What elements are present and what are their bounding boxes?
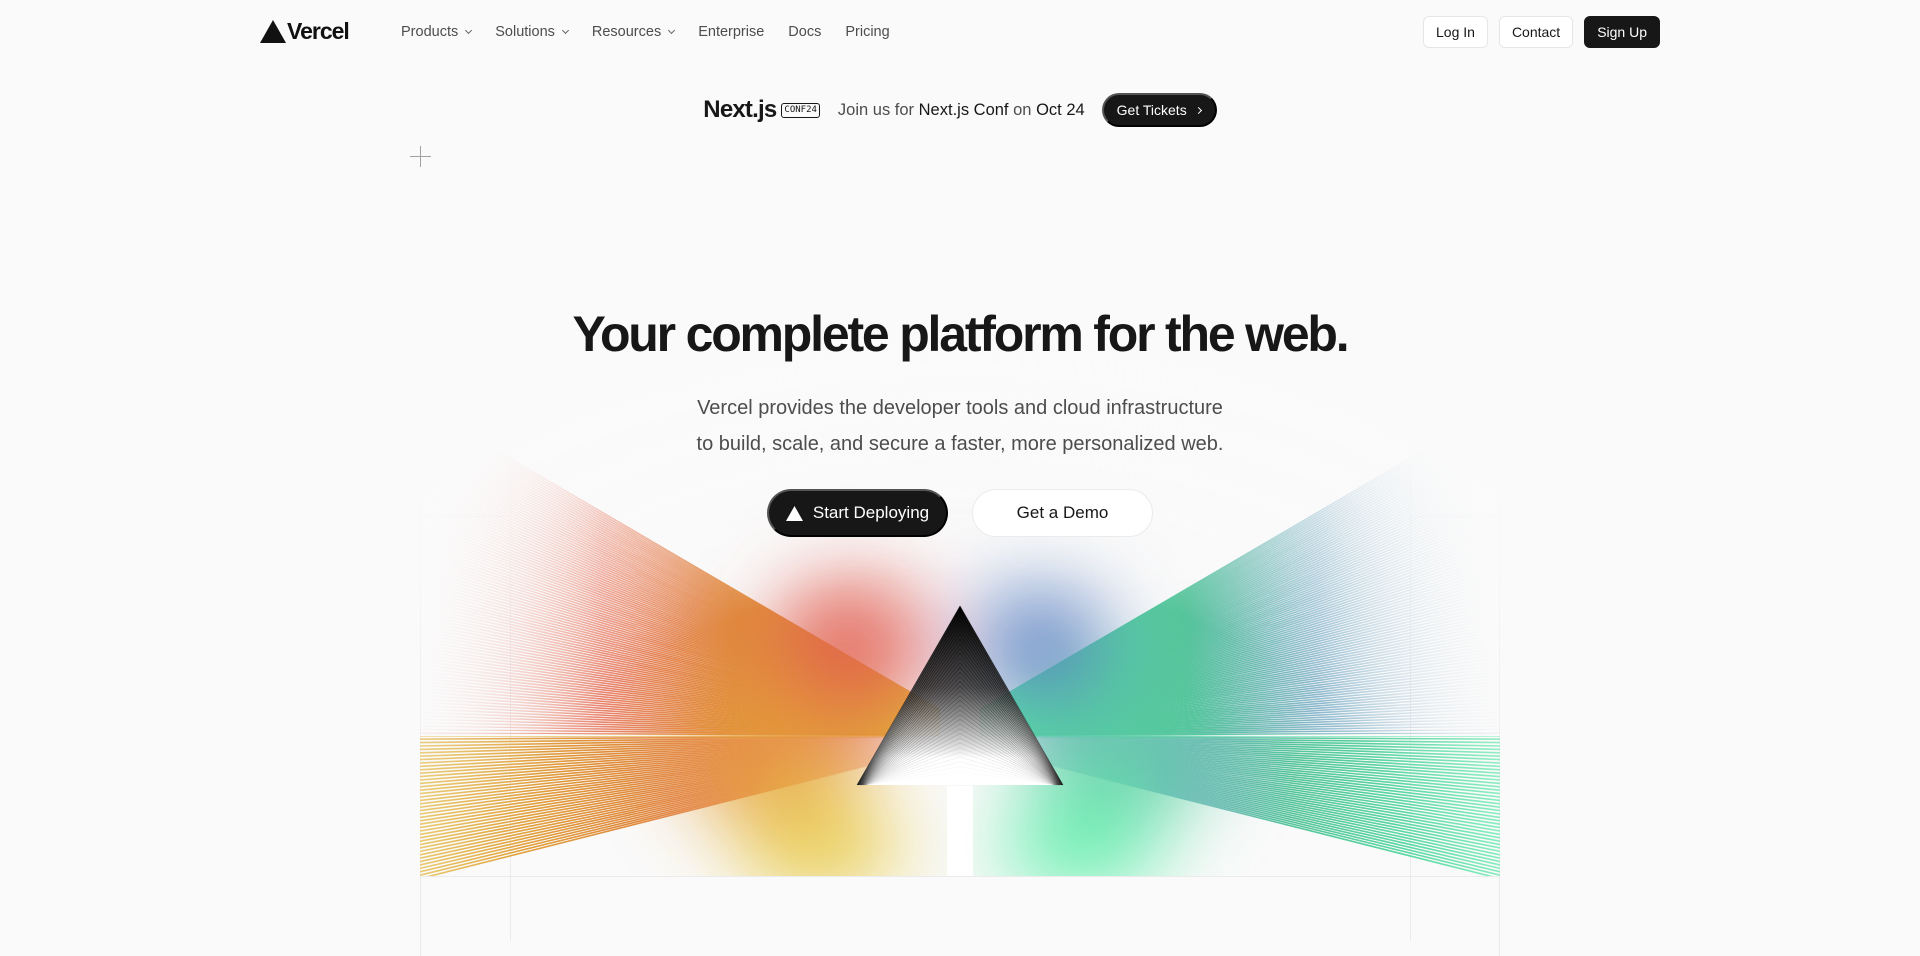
banner-date: Oct 24: [1036, 101, 1085, 119]
hero-actions: Start Deploying Get a Demo: [0, 489, 1920, 537]
light-beam: [947, 786, 973, 876]
banner-text: Join us for Next.js Conf on Oct 24: [838, 101, 1085, 120]
nav-label: Solutions: [495, 24, 555, 40]
chevron-down-icon: [562, 27, 569, 34]
start-deploying-button[interactable]: Start Deploying: [767, 489, 948, 537]
banner-prefix: Join us for: [838, 101, 914, 119]
hero-subtitle: Vercel provides the developer tools and …: [0, 390, 1920, 462]
banner-event: Next.js Conf: [919, 101, 1009, 119]
hero-subtitle-line-2: to build, scale, and secure a faster, mo…: [697, 433, 1224, 455]
chevron-right-icon: [1195, 106, 1202, 113]
nextjs-wordmark: Next.js: [703, 96, 776, 124]
nav-label: Products: [401, 24, 458, 40]
contact-button[interactable]: Contact: [1499, 16, 1573, 48]
conf-badge: CONF24: [781, 103, 820, 118]
nav-actions: Log In Contact Sign Up: [1423, 16, 1660, 48]
nav-item-enterprise[interactable]: Enterprise: [698, 24, 764, 40]
nav-item-products[interactable]: Products: [401, 24, 471, 40]
banner-mid: on: [1013, 101, 1031, 119]
nav-item-resources[interactable]: Resources: [592, 24, 674, 40]
nav-label: Enterprise: [698, 24, 764, 40]
conf-banner: Next.js CONF24 Join us for Next.js Conf …: [0, 93, 1920, 127]
nav-item-docs[interactable]: Docs: [788, 24, 821, 40]
hero-subtitle-line-1: Vercel provides the developer tools and …: [697, 397, 1223, 419]
vercel-logo[interactable]: Vercel: [260, 20, 349, 43]
main-menu: Products Solutions Resources Enterprise …: [401, 20, 914, 44]
triangle-logo-icon: [786, 506, 803, 521]
nav-label: Docs: [788, 24, 821, 40]
start-deploying-label: Start Deploying: [813, 503, 929, 523]
login-button[interactable]: Log In: [1423, 16, 1488, 48]
hero-title: Your complete platform for the web.: [0, 305, 1920, 363]
nav-item-solutions[interactable]: Solutions: [495, 24, 568, 40]
nav-label: Resources: [592, 24, 661, 40]
chevron-down-icon: [465, 27, 472, 34]
grid-corner-plus-icon: [410, 146, 431, 167]
top-nav: Vercel Products Solutions Resources Ente…: [0, 0, 1920, 64]
hero-artwork: [420, 156, 1500, 941]
signup-button[interactable]: Sign Up: [1584, 16, 1660, 48]
chevron-down-icon: [668, 27, 675, 34]
nav-item-pricing[interactable]: Pricing: [845, 24, 889, 40]
get-tickets-label: Get Tickets: [1117, 102, 1187, 118]
brand-name: Vercel: [287, 20, 349, 43]
triangle-logo-icon: [260, 20, 286, 43]
nav-label: Pricing: [845, 24, 889, 40]
get-tickets-button[interactable]: Get Tickets: [1102, 93, 1217, 127]
get-demo-button[interactable]: Get a Demo: [972, 489, 1153, 537]
